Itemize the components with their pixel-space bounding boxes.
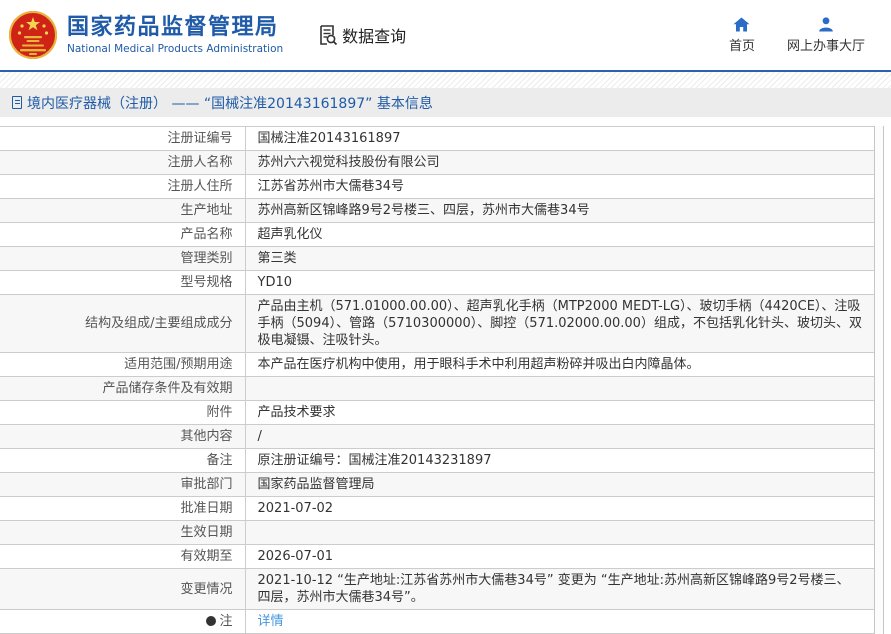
brand-text: 国家药品监督管理局 National Medical Products Admi…	[67, 15, 283, 55]
row-label: 生效日期	[0, 521, 245, 545]
row-value	[245, 377, 874, 401]
table-row: 生效日期	[0, 521, 874, 545]
row-value: 苏州高新区锦峰路9号2号楼三、四层，苏州市大儒巷34号	[245, 199, 874, 223]
nav-home-label: 首页	[729, 35, 755, 54]
site-subtitle: National Medical Products Administration	[67, 43, 283, 55]
row-label: 结构及组成/主要组成成分	[0, 295, 245, 353]
nav-item-service-hall[interactable]: 网上办事大厅	[787, 17, 865, 54]
table-row: 产品储存条件及有效期	[0, 377, 874, 401]
row-value: YD10	[245, 271, 874, 295]
section-title-label: 数据查询	[342, 23, 406, 47]
data-query-icon	[315, 23, 339, 47]
row-label: 管理类别	[0, 247, 245, 271]
table-row: 变更情况2021-10-12 “生产地址:江苏省苏州市大儒巷34号” 变更为 “…	[0, 569, 874, 610]
row-value: 详情	[245, 610, 874, 634]
row-label: 批准日期	[0, 497, 245, 521]
table-row: 注册人名称苏州六六视觉科技股份有限公司	[0, 151, 874, 175]
row-label: 审批部门	[0, 473, 245, 497]
table-row: 有效期至2026-07-01	[0, 545, 874, 569]
row-label: 注	[0, 610, 245, 634]
row-label: 注册证编号	[0, 127, 245, 151]
table-row: 注详情	[0, 610, 874, 634]
row-value: 2021-10-12 “生产地址:江苏省苏州市大儒巷34号” 变更为 “生产地址…	[245, 569, 874, 610]
row-label: 其他内容	[0, 425, 245, 449]
row-label: 变更情况	[0, 569, 245, 610]
row-label: 产品储存条件及有效期	[0, 377, 245, 401]
row-label: 注册人名称	[0, 151, 245, 175]
row-label: 注册人住所	[0, 175, 245, 199]
row-label: 备注	[0, 449, 245, 473]
row-label: 附件	[0, 401, 245, 425]
table-row: 备注原注册证编号：国械注准20143231897	[0, 449, 874, 473]
comment-balloon-icon	[206, 616, 216, 626]
site-title: 国家药品监督管理局	[67, 15, 283, 41]
row-value: 第三类	[245, 247, 874, 271]
site-header: 国家药品监督管理局 National Medical Products Admi…	[0, 0, 891, 70]
site-brand: 国家药品监督管理局 National Medical Products Admi…	[8, 9, 283, 61]
table-row: 产品名称超声乳化仪	[0, 223, 874, 247]
table-row: 审批部门国家药品监督管理局	[0, 473, 874, 497]
table-row: 批准日期2021-07-02	[0, 497, 874, 521]
row-value: 国家药品监督管理局	[245, 473, 874, 497]
row-value: 产品技术要求	[245, 401, 874, 425]
table-row: 管理类别第三类	[0, 247, 874, 271]
row-value: 产品由主机（571.01000.00.00）、超声乳化手柄（MTP2000 ME…	[245, 295, 874, 353]
row-value	[245, 521, 874, 545]
row-label: 有效期至	[0, 545, 245, 569]
row-value: 江苏省苏州市大儒巷34号	[245, 175, 874, 199]
table-row: 附件产品技术要求	[0, 401, 874, 425]
table-row: 其他内容/	[0, 425, 874, 449]
row-label: 适用范围/预期用途	[0, 353, 245, 377]
table-row: 生产地址苏州高新区锦峰路9号2号楼三、四层，苏州市大儒巷34号	[0, 199, 874, 223]
row-value: 原注册证编号：国械注准20143231897	[245, 449, 874, 473]
table-row: 型号规格YD10	[0, 271, 874, 295]
national-emblem-logo	[8, 9, 58, 61]
row-value: 2026-07-01	[245, 545, 874, 569]
row-value: 国械注准20143161897	[245, 127, 874, 151]
row-value: 本产品在医疗机构中使用，用于眼科手术中利用超声粉碎并吸出白内障晶体。	[245, 353, 874, 377]
section-title: 数据查询	[315, 23, 406, 47]
row-value: 2021-07-02	[245, 497, 874, 521]
table-row: 注册证编号国械注准20143161897	[0, 127, 874, 151]
breadcrumb: 境内医疗器械（注册） —— “国械注准20143161897” 基本信息	[0, 88, 891, 117]
nav-item-home[interactable]: 首页	[729, 17, 755, 54]
table-row: 注册人住所江苏省苏州市大儒巷34号	[0, 175, 874, 199]
row-label: 型号规格	[0, 271, 245, 295]
registration-info-table-wrap: 注册证编号国械注准20143161897注册人名称苏州六六视觉科技股份有限公司注…	[0, 126, 891, 634]
breadcrumb-text: 境内医疗器械（注册） —— “国械注准20143161897” 基本信息	[27, 93, 433, 113]
table-row: 结构及组成/主要组成成分产品由主机（571.01000.00.00）、超声乳化手…	[0, 295, 874, 353]
table-row: 适用范围/预期用途本产品在医疗机构中使用，用于眼科手术中利用超声粉碎并吸出白内障…	[0, 353, 874, 377]
document-icon	[12, 96, 22, 109]
row-value: 苏州六六视觉科技股份有限公司	[245, 151, 874, 175]
home-icon	[733, 17, 750, 32]
row-value: /	[245, 425, 874, 449]
row-label: 产品名称	[0, 223, 245, 247]
nav-service-hall-label: 网上办事大厅	[787, 35, 865, 54]
striped-band	[0, 72, 891, 88]
row-label: 生产地址	[0, 199, 245, 223]
user-icon	[818, 17, 834, 32]
header-nav: 首页 网上办事大厅	[729, 17, 891, 54]
registration-info-table: 注册证编号国械注准20143161897注册人名称苏州六六视觉科技股份有限公司注…	[0, 126, 874, 634]
vertical-scrollbar[interactable]	[874, 126, 884, 634]
row-value: 超声乳化仪	[245, 223, 874, 247]
